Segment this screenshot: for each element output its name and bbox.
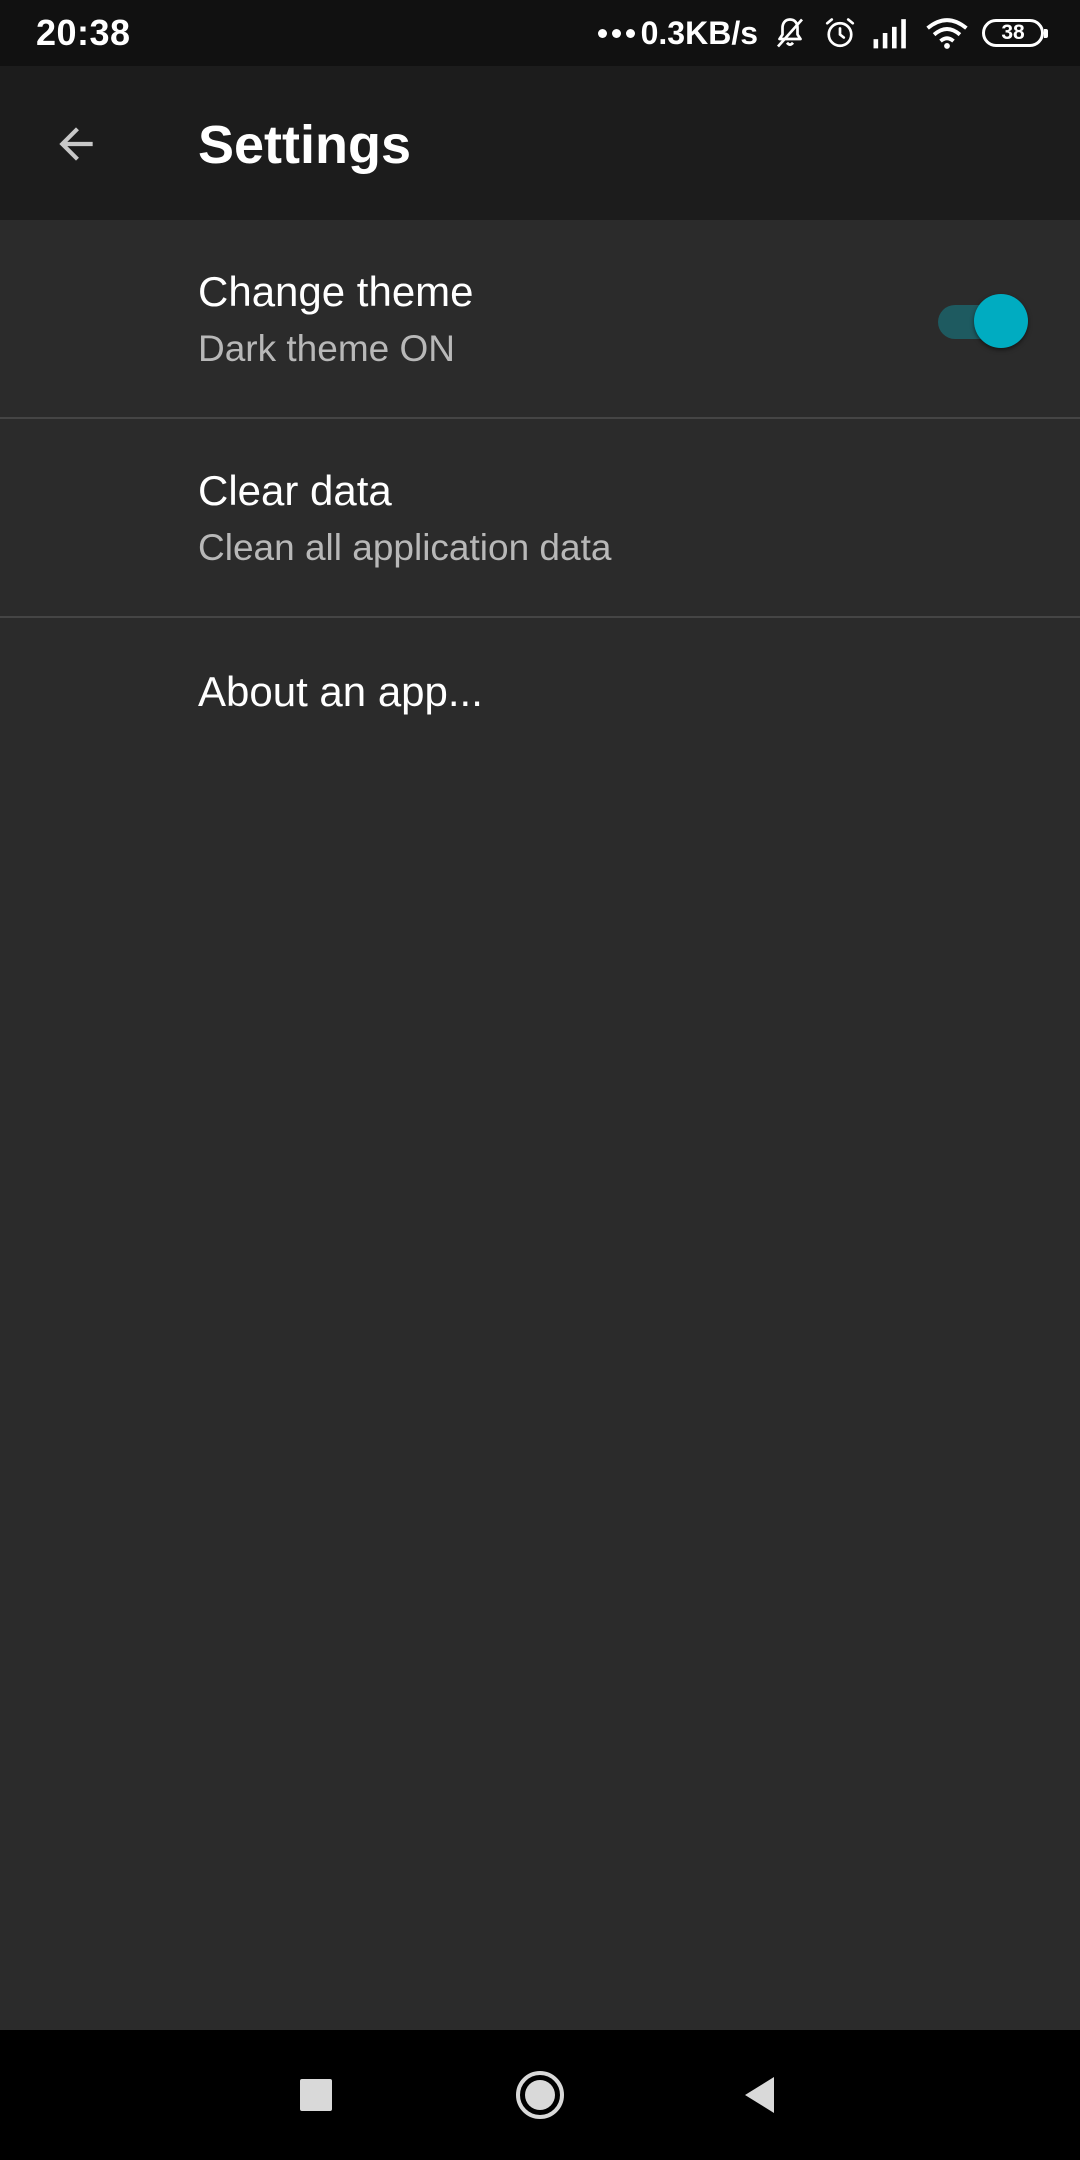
wifi-icon <box>926 18 968 49</box>
settings-screen: 20:38 0.3KB/s 38 Settings Change theme D… <box>0 0 1080 2160</box>
muted-bell-icon <box>776 18 804 48</box>
notification-dots-icon <box>597 28 635 38</box>
setting-change-theme[interactable]: Change theme Dark theme ON <box>0 220 1080 419</box>
app-bar: Settings <box>0 66 1080 220</box>
theme-toggle-switch[interactable] <box>938 293 1028 349</box>
setting-title: Clear data <box>198 467 392 514</box>
setting-about-app[interactable]: About an app... <box>0 618 1080 768</box>
battery-level: 38 <box>1001 21 1025 44</box>
setting-subtitle: Clean all application data <box>198 527 612 568</box>
network-speed: 0.3KB/s <box>640 14 758 51</box>
settings-list: Change theme Dark theme ON Clear data Cl… <box>0 220 1080 768</box>
setting-clear-data[interactable]: Clear data Clean all application data <box>0 419 1080 618</box>
setting-title: Change theme <box>198 268 474 315</box>
navigation-bar <box>0 2030 1080 2160</box>
nav-back-button[interactable] <box>725 2060 795 2130</box>
home-circle-icon <box>516 2071 564 2119</box>
alarm-icon <box>825 18 855 48</box>
signal-icon <box>873 19 906 49</box>
setting-subtitle: Dark theme ON <box>198 328 456 369</box>
page-title: Settings <box>198 115 412 175</box>
home-button[interactable] <box>505 2060 575 2130</box>
setting-title: About an app... <box>198 668 483 715</box>
back-triangle-icon <box>745 2077 774 2113</box>
arrow-back-icon <box>59 127 93 161</box>
status-icons: 0.3KB/s 38 <box>597 10 1048 56</box>
status-time: 20:38 <box>36 12 131 53</box>
recents-button[interactable] <box>281 2060 351 2130</box>
status-bar: 20:38 0.3KB/s 38 <box>0 0 1080 66</box>
back-button[interactable] <box>36 104 116 184</box>
recents-square-icon <box>300 2079 332 2111</box>
toggle-thumb <box>974 294 1028 348</box>
battery-icon: 38 <box>982 19 1048 47</box>
